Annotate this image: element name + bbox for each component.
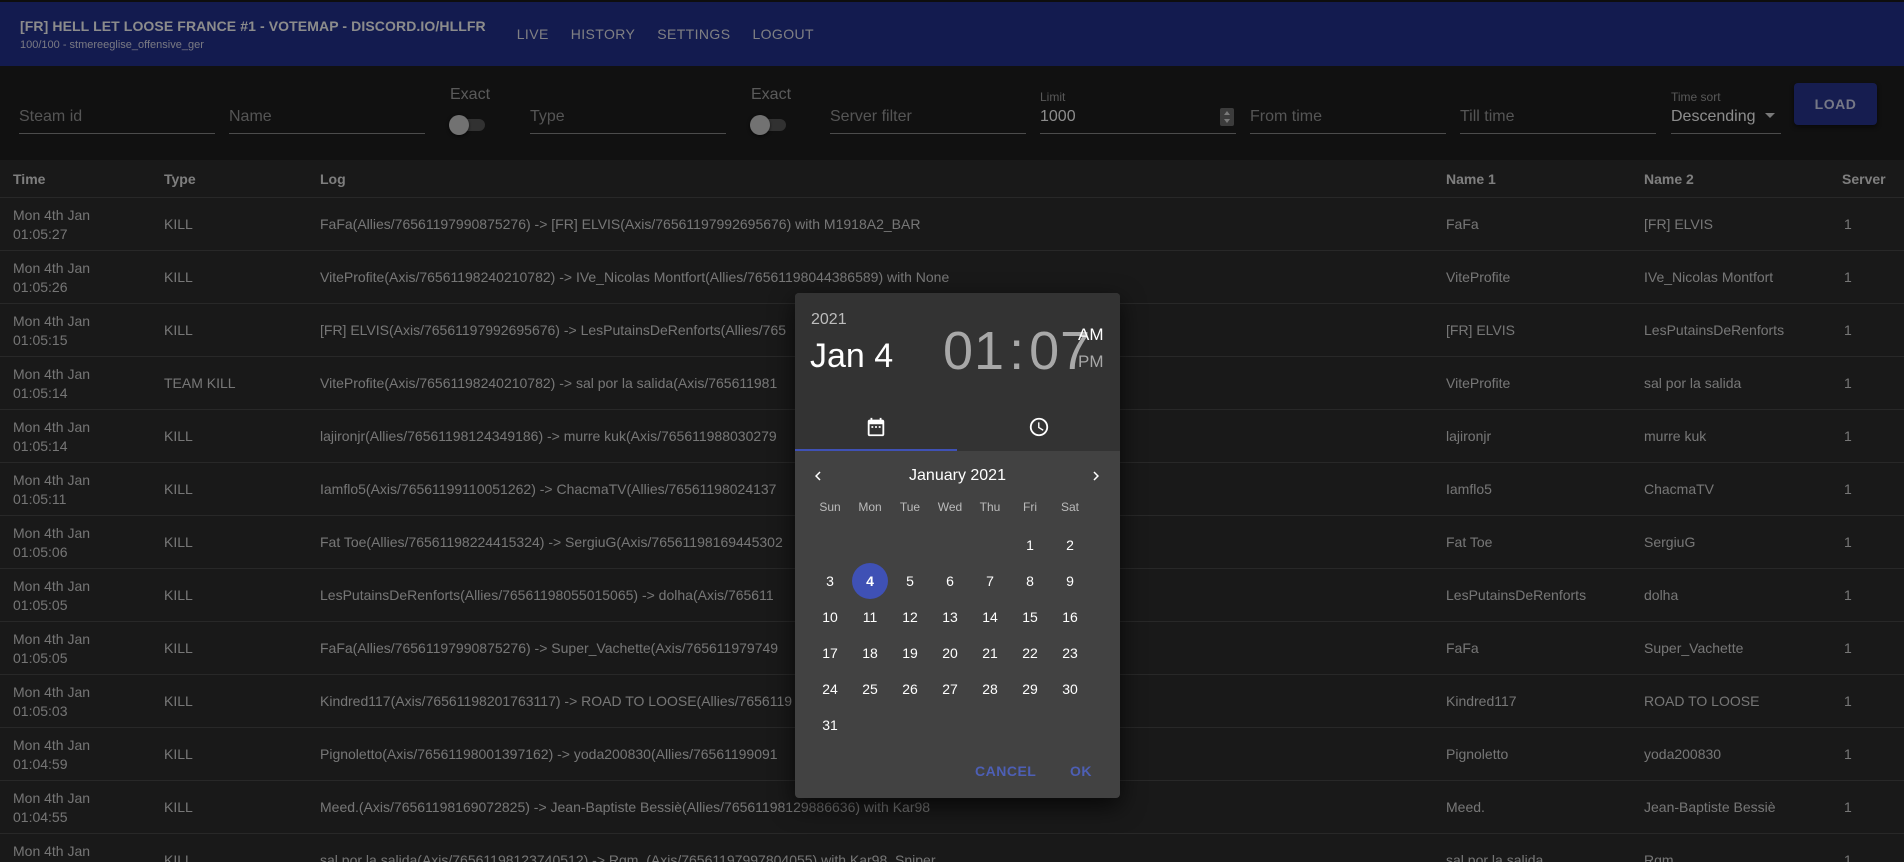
- ok-button[interactable]: OK: [1070, 763, 1092, 779]
- calendar-day[interactable]: 13: [932, 599, 968, 635]
- clock-icon: [1029, 417, 1049, 437]
- picker-year[interactable]: 2021: [811, 311, 847, 329]
- weekday-label: Tue: [899, 500, 921, 514]
- calendar-day-selected[interactable]: 4: [852, 563, 888, 599]
- picker-hour[interactable]: 01: [943, 320, 1005, 382]
- calendar-day[interactable]: 30: [1052, 671, 1088, 707]
- calendar-day[interactable]: 16: [1052, 599, 1088, 635]
- tab-date[interactable]: [795, 403, 957, 451]
- calendar-day[interactable]: 22: [1012, 635, 1048, 671]
- calendar-day[interactable]: 29: [1012, 671, 1048, 707]
- weekday-label: Sun: [819, 500, 841, 514]
- calendar-icon: [867, 417, 885, 437]
- calendar-day[interactable]: 10: [812, 599, 848, 635]
- weekday-label: Wed: [937, 500, 963, 514]
- calendar-day[interactable]: 15: [1012, 599, 1048, 635]
- month-label: January 2021: [909, 467, 1006, 484]
- calendar-day[interactable]: 24: [812, 671, 848, 707]
- chevron-right-icon: [1093, 471, 1099, 481]
- calendar-day[interactable]: 23: [1052, 635, 1088, 671]
- weekday-label: Mon: [858, 500, 882, 514]
- calendar-day[interactable]: 1: [1012, 527, 1048, 563]
- calendar-day[interactable]: 6: [932, 563, 968, 599]
- tab-indicator: [795, 449, 957, 451]
- calendar-day[interactable]: 2: [1052, 527, 1088, 563]
- datetime-picker-dialog: 2021 Jan 4 01:07 AM PM January 2021 Sun …: [795, 293, 1120, 798]
- game-logs-page: [FR] HELL LET LOOSE FRANCE #1 - VOTEMAP …: [0, 0, 1904, 862]
- calendar-day[interactable]: 31: [812, 707, 848, 743]
- calendar-day[interactable]: 21: [972, 635, 1008, 671]
- calendar-day[interactable]: 7: [972, 563, 1008, 599]
- cancel-button[interactable]: CANCEL: [975, 763, 1036, 779]
- picker-am[interactable]: AM: [1078, 325, 1104, 345]
- calendar-day[interactable]: 11: [852, 599, 888, 635]
- calendar-day[interactable]: 14: [972, 599, 1008, 635]
- calendar-day[interactable]: 28: [972, 671, 1008, 707]
- picker-actions: CANCEL OK: [795, 753, 1120, 793]
- weekday-label: Thu: [979, 500, 1001, 514]
- picker-time: 01:07: [943, 320, 1091, 382]
- calendar-day[interactable]: 20: [932, 635, 968, 671]
- time-separator: :: [1009, 321, 1026, 381]
- picker-tabs: [795, 403, 1120, 451]
- tab-time[interactable]: [958, 403, 1120, 451]
- calendar-day[interactable]: 8: [1012, 563, 1048, 599]
- picker-date[interactable]: Jan 4: [810, 337, 893, 376]
- calendar-day[interactable]: 26: [892, 671, 928, 707]
- calendar-day[interactable]: 5: [892, 563, 928, 599]
- weekday-label: Sat: [1060, 500, 1079, 514]
- calendar-day[interactable]: 17: [812, 635, 848, 671]
- calendar-day[interactable]: 9: [1052, 563, 1088, 599]
- weekday-label: Fri: [1023, 500, 1037, 514]
- next-month-button[interactable]: [1083, 463, 1109, 489]
- calendar-day[interactable]: 3: [812, 563, 848, 599]
- calendar-day[interactable]: 19: [892, 635, 928, 671]
- picker-pm[interactable]: PM: [1078, 352, 1104, 372]
- calendar-day[interactable]: 25: [852, 671, 888, 707]
- calendar-day[interactable]: 18: [852, 635, 888, 671]
- month-navigation: January 2021: [795, 461, 1120, 491]
- picker-header: 2021 Jan 4 01:07 AM PM: [795, 293, 1120, 403]
- calendar-day[interactable]: 12: [892, 599, 928, 635]
- calendar-day[interactable]: 27: [932, 671, 968, 707]
